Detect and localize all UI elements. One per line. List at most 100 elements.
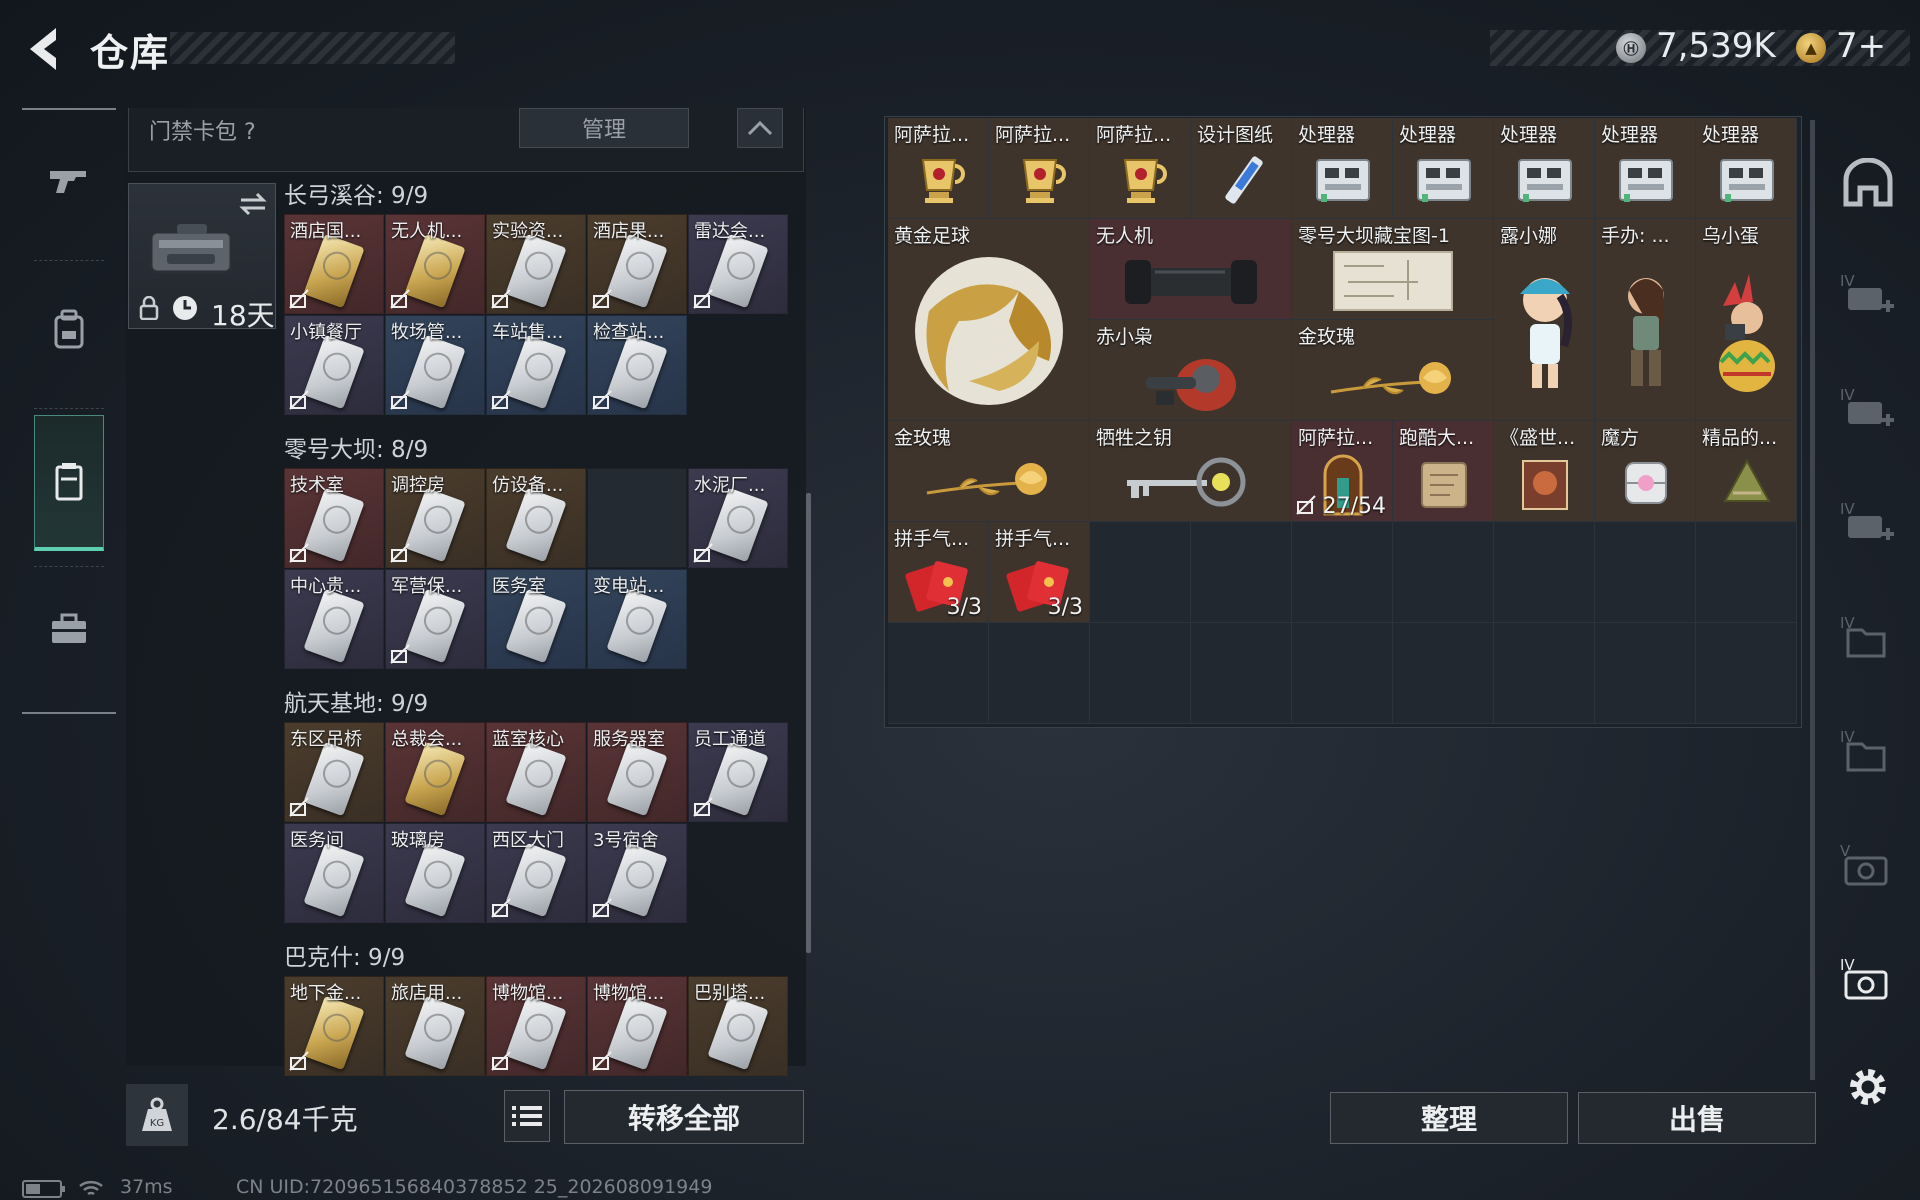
back-button[interactable]	[22, 24, 68, 74]
access-card-slot[interactable]: 博物馆...	[587, 976, 687, 1076]
access-card-slot[interactable]: 仿设备...	[486, 468, 586, 568]
sort-button[interactable]: 整理	[1330, 1092, 1568, 1144]
unbound-lock-icon	[289, 390, 309, 410]
access-card-slot[interactable]: 实验资...	[486, 214, 586, 314]
swap-icon[interactable]	[237, 190, 269, 218]
warehouse-item[interactable]: 手办: ...	[1595, 219, 1696, 421]
access-card-slot[interactable]: 无人机...	[385, 214, 485, 314]
warehouse-item[interactable]: 处理器	[1393, 118, 1494, 219]
nav-toolbox[interactable]	[34, 580, 104, 680]
warehouse-item[interactable]: 零号大坝藏宝图-1	[1292, 219, 1494, 320]
nav-add-container-1[interactable]: IV	[1828, 250, 1908, 340]
card-label: 仿设备...	[492, 475, 564, 496]
nav-backpack[interactable]	[34, 280, 104, 380]
nav-card-pack[interactable]	[34, 415, 104, 551]
warehouse-item[interactable]: 《盛世...	[1494, 421, 1595, 522]
nav-folder-1[interactable]: IV	[1828, 592, 1908, 682]
warehouse-item[interactable]: 跑酷大...	[1393, 421, 1494, 522]
golden-rose-icon	[1323, 352, 1463, 416]
empty-slot	[989, 623, 1090, 724]
access-card-icon	[606, 233, 668, 309]
access-card-icon	[404, 334, 466, 410]
card-grid: 地下金... 旅店用... 博物馆... 博物馆... 巴别塔...	[284, 976, 788, 1076]
access-card-slot[interactable]: 蓝室核心	[486, 722, 586, 822]
card-panel-scrollbar[interactable]	[806, 493, 811, 953]
warehouse-item[interactable]: 乌小蛋	[1696, 219, 1797, 421]
warehouse-item[interactable]: 拼手气... 3/3	[888, 522, 989, 623]
manage-button[interactable]: 管理	[519, 108, 689, 148]
access-card-slot[interactable]: 医务间	[284, 823, 384, 923]
warehouse-item[interactable]: 金玫瑰	[888, 421, 1090, 522]
access-card-slot[interactable]: 玻璃房	[385, 823, 485, 923]
warehouse-item[interactable]: 阿萨拉...	[1090, 118, 1191, 219]
nav-weapons[interactable]	[34, 130, 104, 230]
access-card-slot[interactable]: 员工通道	[688, 722, 788, 822]
card-label: 水泥厂...	[694, 475, 766, 496]
nav-folder-2[interactable]: IV	[1828, 706, 1908, 796]
access-card-slot[interactable]: 总裁会...	[385, 722, 485, 822]
access-card-slot[interactable]: 西区大门	[486, 823, 586, 923]
warehouse-scrollbar[interactable]	[1810, 120, 1815, 1080]
figurine-adventurer-icon	[1611, 266, 1681, 400]
warehouse-item[interactable]: 处理器	[1292, 118, 1393, 219]
warehouse-item[interactable]: 精品的...	[1696, 421, 1797, 522]
warehouse-item[interactable]: 魔方	[1595, 421, 1696, 522]
weight-value: 2.6/84千克	[212, 1103, 358, 1136]
access-card-slot[interactable]: 服务器室	[587, 722, 687, 822]
access-card-slot[interactable]: 车站售...	[486, 315, 586, 415]
warehouse-item[interactable]: 处理器	[1494, 118, 1595, 219]
folder-icon: IV	[1840, 614, 1886, 658]
warehouse-item[interactable]: 阿萨拉...	[888, 118, 989, 219]
access-card-slot[interactable]: 水泥厂...	[688, 468, 788, 568]
access-card-slot[interactable]: 3号宿舍	[587, 823, 687, 923]
warehouse-item[interactable]: 金玫瑰	[1292, 320, 1494, 421]
item-label: 无人机	[1096, 225, 1154, 247]
nav-safe-2[interactable]: IV	[1828, 934, 1908, 1024]
access-card-slot[interactable]: 地下金...	[284, 976, 384, 1076]
access-card-slot[interactable]: 牧场管...	[385, 315, 485, 415]
nav-add-container-2[interactable]: IV	[1828, 364, 1908, 454]
warehouse-item[interactable]: 阿萨拉...	[989, 118, 1090, 219]
access-card-slot[interactable]: 酒店国...	[284, 214, 384, 314]
warehouse-item[interactable]: 赤小枭	[1090, 320, 1292, 421]
access-card-slot[interactable]: 旅店用...	[385, 976, 485, 1076]
warehouse-item[interactable]: 露小娜	[1494, 219, 1595, 421]
access-card-slot[interactable]: 检查站...	[587, 315, 687, 415]
access-card-slot[interactable]: 技术室	[284, 468, 384, 568]
item-label: 魔方	[1601, 427, 1640, 449]
warehouse-item[interactable]: 拼手气... 3/3	[989, 522, 1090, 623]
card-label: 小镇餐厅	[290, 322, 362, 343]
access-card-slot[interactable]: 博物馆...	[486, 976, 586, 1076]
warehouse-item[interactable]: 阿萨拉... 27/54	[1292, 421, 1393, 522]
empty-slot	[1494, 623, 1595, 724]
list-view-button[interactable]	[504, 1090, 550, 1142]
access-card-slot[interactable]: 巴别塔...	[688, 976, 788, 1076]
settings-button[interactable]	[1828, 1042, 1908, 1132]
card-pack-item[interactable]: 18天	[128, 183, 276, 332]
add-container-icon: IV	[1840, 386, 1894, 426]
access-card-slot[interactable]: 调控房	[385, 468, 485, 568]
warehouse-item[interactable]: 处理器	[1696, 118, 1797, 219]
access-card-slot[interactable]: 小镇餐厅	[284, 315, 384, 415]
access-card-slot[interactable]: 东区吊桥	[284, 722, 384, 822]
warehouse-item[interactable]: 处理器	[1595, 118, 1696, 219]
access-card-slot[interactable]: 酒店果...	[587, 214, 687, 314]
access-card-slot[interactable]: 医务室	[486, 569, 586, 669]
access-card-slot[interactable]: 中心贵...	[284, 569, 384, 669]
access-card-slot[interactable]: 雷达会...	[688, 214, 788, 314]
nav-add-container-3[interactable]: IV	[1828, 478, 1908, 568]
collapse-button[interactable]	[737, 108, 783, 148]
nav-storage-home[interactable]	[1828, 138, 1908, 228]
unbound-lock-icon	[289, 1051, 309, 1071]
card-label: 3号宿舍	[593, 830, 659, 851]
nav-safe-1[interactable]: V	[1828, 820, 1908, 910]
access-card-slot[interactable]: 变电站...	[587, 569, 687, 669]
warehouse-item[interactable]: 无人机	[1090, 219, 1292, 320]
sell-button[interactable]: 出售	[1578, 1092, 1816, 1144]
help-icon[interactable]: ?	[244, 120, 256, 145]
warehouse-item[interactable]: 设计图纸	[1191, 118, 1292, 219]
warehouse-item[interactable]: 牺牲之钥	[1090, 421, 1292, 522]
access-card-slot[interactable]: 军营保...	[385, 569, 485, 669]
warehouse-item[interactable]: 黄金足球	[888, 219, 1090, 421]
transfer-all-button[interactable]: 转移全部	[564, 1090, 804, 1144]
